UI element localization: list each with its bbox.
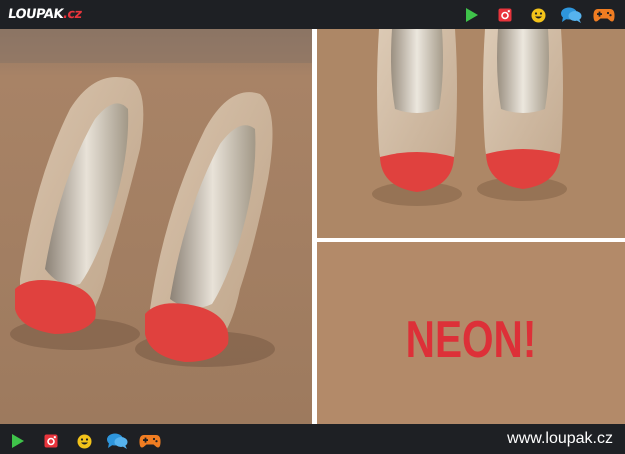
play-icon[interactable] (7, 432, 29, 450)
logo-tld: .cz (61, 7, 83, 22)
chat-icon[interactable] (106, 432, 128, 450)
site-url[interactable]: www.loupak.cz (507, 430, 613, 448)
smiley-icon[interactable] (527, 6, 549, 24)
photo-shoes-left (0, 29, 312, 424)
image-collage: NEON! (0, 29, 625, 424)
logo-text: LOUPAK (6, 7, 64, 22)
neon-caption: NEON! (405, 311, 537, 369)
instagram-icon[interactable] (494, 6, 516, 24)
neon-caption-panel: NEON! (317, 242, 625, 424)
smiley-icon[interactable] (73, 432, 95, 450)
chat-icon[interactable] (560, 6, 582, 24)
site-logo[interactable]: LOUPAK .cz (7, 6, 83, 23)
gamepad-icon[interactable] (139, 432, 161, 450)
photo-shoes-front (317, 29, 625, 238)
top-bar: LOUPAK .cz (0, 0, 625, 29)
play-icon[interactable] (461, 6, 483, 24)
bottom-nav-icons (7, 432, 161, 450)
top-nav-icons (461, 6, 615, 24)
instagram-icon[interactable] (40, 432, 62, 450)
gamepad-icon[interactable] (593, 6, 615, 24)
